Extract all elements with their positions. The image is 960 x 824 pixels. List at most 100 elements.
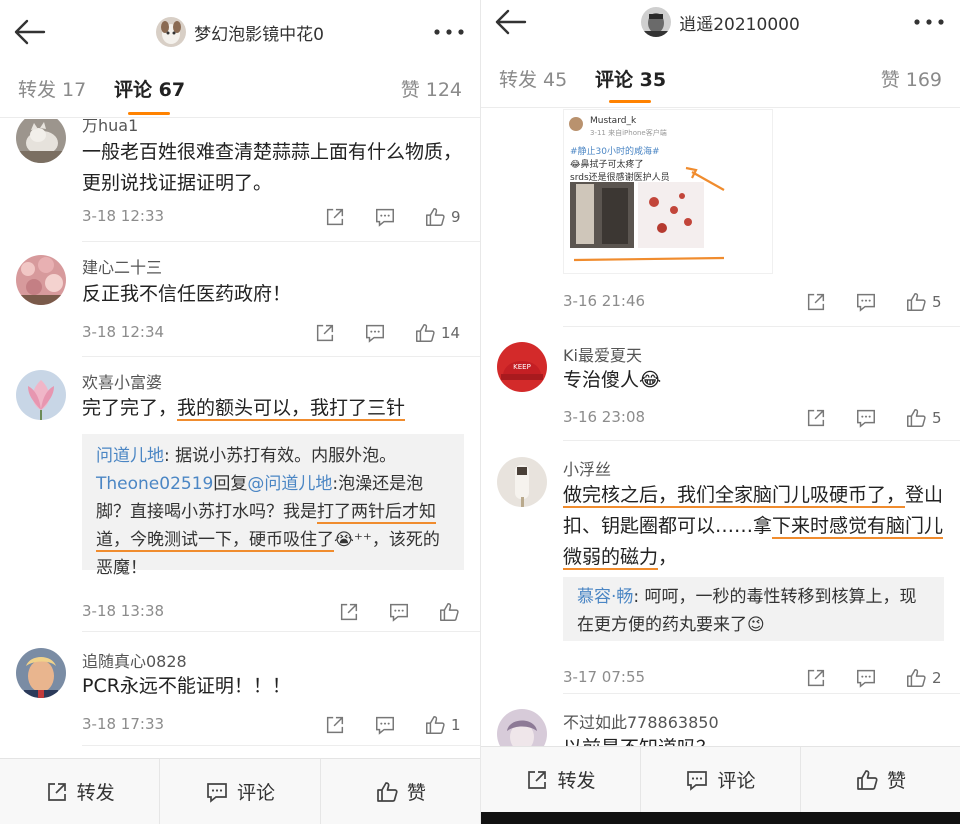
comment-username[interactable]: 建心二十三 xyxy=(82,254,162,278)
like-count: 9 xyxy=(451,208,461,226)
avatar[interactable] xyxy=(497,457,547,507)
like-count: 2 xyxy=(932,669,942,687)
share-icon xyxy=(316,324,334,342)
repost-label: 转发 xyxy=(76,782,115,804)
embed-meta: 3-11 来自iPhone客户端 xyxy=(590,129,667,137)
like-button[interactable]: 14 xyxy=(414,321,460,345)
repost-button[interactable] xyxy=(324,205,346,229)
comment-button[interactable] xyxy=(855,666,877,690)
like-button[interactable]: 赞 xyxy=(321,759,480,824)
share-icon xyxy=(326,716,344,734)
repost-button[interactable] xyxy=(314,321,336,345)
comment-icon xyxy=(857,409,875,428)
repost-button[interactable] xyxy=(338,600,360,624)
repost-button[interactable] xyxy=(805,406,827,430)
reply-username[interactable]: 问道儿地 xyxy=(96,446,164,466)
like-button[interactable] xyxy=(438,600,460,624)
repost-button[interactable]: 转发 xyxy=(0,759,161,824)
embed-username: Mustard_k xyxy=(590,116,637,126)
comment-meta: 3-16 23:08 5 xyxy=(563,406,948,430)
avatar[interactable] xyxy=(16,370,66,420)
more-icon[interactable] xyxy=(912,12,946,32)
comment-text: 反正我不信任医药政府！ xyxy=(82,283,292,305)
avatar[interactable] xyxy=(497,709,547,746)
comment-list: Mustard_k 3-11 来自iPhone客户端 #静止30小时的咸海# 😂… xyxy=(481,109,960,746)
comment-icon xyxy=(857,293,875,312)
embedded-screenshot[interactable]: Mustard_k 3-11 来自iPhone客户端 #静止30小时的咸海# 😂… xyxy=(563,109,773,274)
thumbs-up-icon xyxy=(416,324,435,342)
thumbs-up-icon xyxy=(376,781,398,802)
comment-item: 小浮丝 做完核之后，我们全家脑门儿吸硬币了，登山扣、钥匙圈都可以……拿下来时感觉… xyxy=(481,440,960,700)
like-button[interactable]: 2 xyxy=(905,666,942,690)
comment-button[interactable]: 评论 xyxy=(641,747,801,812)
like-button[interactable]: 9 xyxy=(424,205,461,229)
tab-like[interactable]: 赞 169 xyxy=(881,52,942,108)
comment-icon xyxy=(376,208,394,227)
page-title[interactable]: 逍遥20210000 xyxy=(679,10,800,35)
comment-username[interactable]: 欢喜小富婆 xyxy=(82,369,162,393)
avatar[interactable] xyxy=(156,17,187,47)
comment-username[interactable]: Ki最爱夏天 xyxy=(563,342,642,366)
reply-box[interactable]: 慕容·畅: 呵呵，一秒的毒性转移到核算上，现在更方便的药丸要来了😉 xyxy=(563,577,944,641)
like-button[interactable]: 赞 xyxy=(801,747,960,812)
active-tab-indicator xyxy=(128,112,170,115)
avatar[interactable] xyxy=(641,7,672,37)
reply-box[interactable]: 问道儿地: 据说小苏打有效。内服外泡。 Theone02519回复@问道儿地:泡… xyxy=(82,434,464,578)
embed-text: 😂鼻拭子可太疼了 xyxy=(570,160,644,170)
reply-username[interactable]: Theone02519 xyxy=(96,474,213,494)
reply-username[interactable]: 慕容·畅 xyxy=(577,587,633,607)
comment-button[interactable] xyxy=(855,290,877,314)
comment-text: 以前是不知道吗？ xyxy=(563,733,944,746)
bottom-action-bar: 转发 评论 赞 xyxy=(481,746,960,812)
bottom-action-bar: 转发 评论 赞 xyxy=(0,758,480,824)
thumbs-up-icon xyxy=(857,769,878,790)
comment-meta: 3-16 21:46 5 xyxy=(563,290,948,314)
comment-button[interactable] xyxy=(364,321,386,345)
comment-text: 完了完了，我的额头可以，我打了三针 xyxy=(82,397,406,421)
comment-button[interactable] xyxy=(374,713,396,737)
comment-username[interactable]: 万hua1 xyxy=(82,119,138,136)
comment-button[interactable] xyxy=(855,406,877,430)
avatar[interactable] xyxy=(16,648,66,698)
comment-time: 3-18 12:33 xyxy=(82,207,165,225)
like-button[interactable]: 5 xyxy=(905,406,942,430)
tab-repost[interactable]: 转发 17 xyxy=(18,62,86,118)
comment-icon xyxy=(857,669,875,688)
comment-button[interactable] xyxy=(374,205,396,229)
like-count: 5 xyxy=(932,409,942,427)
comment-button[interactable]: 评论 xyxy=(160,759,321,824)
tab-like[interactable]: 赞 124 xyxy=(401,62,462,118)
repost-button[interactable] xyxy=(324,713,346,737)
tab-repost[interactable]: 转发 45 xyxy=(499,52,567,108)
mention-link[interactable]: @问道儿地 xyxy=(247,474,332,494)
share-icon xyxy=(528,770,547,789)
like-count: 5 xyxy=(932,293,942,311)
comment-item: 建心二十三 反正我不信任医药政府！ 3-18 12:34 14 xyxy=(0,241,480,359)
avatar[interactable] xyxy=(16,255,66,305)
more-icon[interactable] xyxy=(432,22,466,42)
comment-button[interactable] xyxy=(388,600,410,624)
comment-username[interactable]: 小浮丝 xyxy=(563,456,611,480)
like-button[interactable]: 5 xyxy=(905,290,942,314)
comment-label: 评论 xyxy=(717,770,756,792)
system-nav-strip xyxy=(481,812,960,824)
comment-username[interactable]: 追随真心0828 xyxy=(82,648,187,672)
avatar[interactable]: KEEP xyxy=(497,342,547,392)
comment-time: 3-18 13:38 xyxy=(82,602,165,620)
like-label: 赞 xyxy=(406,782,426,804)
repost-button[interactable]: 转发 xyxy=(481,747,641,812)
comment-item: KEEP Ki最爱夏天 专治傻人😂 3-16 23:08 5 xyxy=(481,326,960,444)
thumbs-up-icon xyxy=(426,208,445,226)
like-button[interactable]: 1 xyxy=(424,713,461,737)
embed-hashtag: #静止30小时的咸海# xyxy=(570,147,660,157)
repost-button[interactable] xyxy=(805,666,827,690)
share-icon xyxy=(807,669,825,687)
repost-button[interactable] xyxy=(805,290,827,314)
avatar[interactable] xyxy=(16,119,66,163)
share-icon xyxy=(807,293,825,311)
tab-comment[interactable]: 评论 67 xyxy=(114,62,185,118)
comment-icon xyxy=(687,770,708,791)
comment-username[interactable]: 不过如此778863850 xyxy=(563,709,719,733)
comment-meta: 3-18 12:34 14 xyxy=(82,321,468,345)
page-title[interactable]: 梦幻泡影镜中花0 xyxy=(194,20,324,45)
